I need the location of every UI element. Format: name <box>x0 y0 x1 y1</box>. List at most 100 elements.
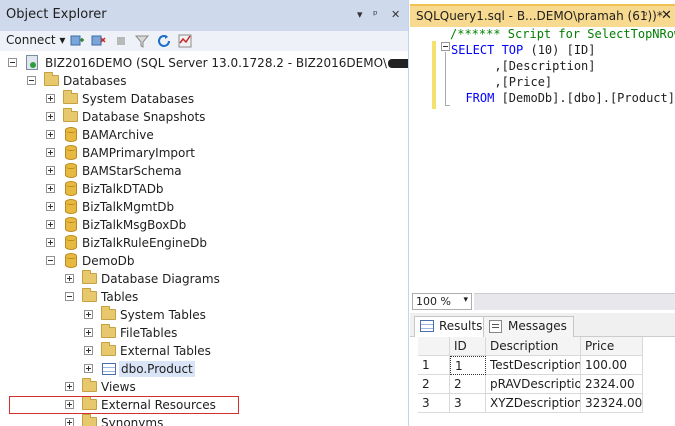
tree-node-database[interactable]: BizTalkMgmtDb <box>0 198 408 216</box>
expand-toggle[interactable] <box>84 310 93 319</box>
database-icon <box>65 163 77 178</box>
tree-node-demodb[interactable]: DemoDb <box>0 252 408 270</box>
expand-toggle[interactable] <box>65 382 74 391</box>
cell-price[interactable]: 32324.00 <box>581 394 643 413</box>
horizontal-scrollbar[interactable] <box>474 293 675 310</box>
expand-toggle[interactable] <box>46 166 55 175</box>
tree-node-system-tables[interactable]: System Tables <box>0 306 408 324</box>
cell-price[interactable]: 2324.00 <box>581 375 643 394</box>
collapse-toggle[interactable] <box>46 256 55 265</box>
expand-toggle[interactable] <box>65 274 74 283</box>
tree-node-synonyms[interactable]: Synonyms <box>0 414 408 426</box>
cell-description[interactable]: pRAVDescription <box>486 375 581 394</box>
expand-toggle[interactable] <box>46 202 55 211</box>
tree-node-external-resources[interactable]: External Resources <box>0 396 408 414</box>
tree-node-label: BAMPrimaryImport <box>82 146 195 160</box>
tree-node-dbo-product[interactable]: dbo.Product <box>0 360 408 378</box>
expand-toggle[interactable] <box>46 220 55 229</box>
row-number[interactable]: 3 <box>418 394 450 413</box>
tree-node-label: Synonyms <box>101 416 164 426</box>
window-position-icon[interactable]: ▾ <box>357 8 363 21</box>
tree-node-database[interactable]: BizTalkRuleEngineDb <box>0 234 408 252</box>
cell-price[interactable]: 100.00 <box>581 356 643 375</box>
tree-node-database[interactable]: BizTalkDTADb <box>0 180 408 198</box>
collapse-toggle[interactable] <box>8 58 17 67</box>
expand-toggle[interactable] <box>46 130 55 139</box>
tree-node-label: BizTalkMgmtDb <box>82 200 175 214</box>
folder-icon <box>63 90 78 104</box>
server-label: BIZ2016DEMO (SQL Server 13.0.1728.2 - BI… <box>45 55 408 71</box>
tree-node-label: Databases <box>63 74 127 88</box>
disconnect-icon[interactable] <box>90 33 106 49</box>
expand-toggle[interactable] <box>46 148 55 157</box>
tree-node-external-tables[interactable]: External Tables <box>0 342 408 360</box>
expand-toggle[interactable] <box>46 94 55 103</box>
expand-toggle[interactable] <box>84 346 93 355</box>
tree-node-database-snapshots[interactable]: Database Snapshots <box>0 108 408 126</box>
row-number[interactable]: 1 <box>418 356 450 375</box>
tree-node-server[interactable]: BIZ2016DEMO (SQL Server 13.0.1728.2 - BI… <box>0 54 408 72</box>
activity-monitor-icon[interactable] <box>177 33 193 49</box>
tree-node-views[interactable]: Views <box>0 378 408 396</box>
row-number-header[interactable] <box>418 337 450 356</box>
expand-toggle[interactable] <box>65 400 74 409</box>
tree-node-database[interactable]: BAMStarSchema <box>0 162 408 180</box>
zoom-dropdown[interactable]: 100 % ▾ <box>412 293 472 310</box>
expand-toggle[interactable] <box>84 364 93 373</box>
cell-id[interactable]: 2 <box>450 375 486 394</box>
folder-icon <box>82 288 97 302</box>
code-line-comment: /****** Script for SelectTopNRows <box>450 27 675 41</box>
sql-code-editor[interactable]: /****** Script for SelectTopNRows SELECT… <box>410 27 675 293</box>
column-header-id[interactable]: ID <box>450 337 486 356</box>
results-grid[interactable]: ID Description Price 1 1 TestDescription… <box>410 337 675 426</box>
tree-node-label: BizTalkRuleEngineDb <box>82 236 207 250</box>
object-explorer-title-bar: Object Explorer ▾ ᵖ ✕ <box>0 0 408 31</box>
tab-results[interactable]: Results <box>414 316 490 337</box>
tab-messages[interactable]: Messages <box>483 316 574 337</box>
expand-toggle[interactable] <box>65 418 74 426</box>
refresh-icon[interactable] <box>156 33 172 49</box>
tree-node-label: Tables <box>101 290 139 304</box>
row-number[interactable]: 2 <box>418 375 450 394</box>
tree-node-databases[interactable]: Databases <box>0 72 408 90</box>
cell-id[interactable]: 3 <box>450 394 486 413</box>
close-tab-icon[interactable]: ✕ <box>661 8 672 23</box>
connect-object-explorer-icon[interactable] <box>69 33 85 49</box>
filter-icon[interactable] <box>134 33 150 49</box>
results-tab-strip: Results Messages <box>410 313 675 337</box>
tree-node-label: Views <box>101 380 136 394</box>
chevron-down-icon: ▾ <box>463 295 468 305</box>
cell-id[interactable]: 1 <box>450 356 486 375</box>
column-header-price[interactable]: Price <box>581 337 643 356</box>
expand-toggle[interactable] <box>46 238 55 247</box>
expand-toggle[interactable] <box>84 328 93 337</box>
auto-hide-pin-icon[interactable]: ᵖ <box>373 8 378 21</box>
table-icon <box>102 363 116 375</box>
expand-toggle[interactable] <box>46 112 55 121</box>
pin-icon[interactable]: ᵖ <box>643 9 648 22</box>
object-explorer-title: Object Explorer <box>6 7 107 22</box>
expand-toggle[interactable] <box>46 184 55 193</box>
database-icon <box>65 145 77 160</box>
connect-button[interactable]: Connect ▾ <box>6 33 65 47</box>
tree-node-database[interactable]: BAMArchive <box>0 126 408 144</box>
collapse-toggle[interactable] <box>27 76 36 85</box>
outline-collapse-icon[interactable] <box>441 42 450 51</box>
column-header-description[interactable]: Description <box>486 337 581 356</box>
tree-node-database[interactable]: BAMPrimaryImport <box>0 144 408 162</box>
collapse-toggle[interactable] <box>65 292 74 301</box>
tree-node-system-databases[interactable]: System Databases <box>0 90 408 108</box>
database-icon <box>65 253 77 268</box>
tree-node-tables[interactable]: Tables <box>0 288 408 306</box>
stop-icon[interactable] <box>113 33 129 49</box>
tree-node-database[interactable]: BizTalkMsgBoxDb <box>0 216 408 234</box>
code-line-select: SELECT TOP (10) [ID] <box>451 43 596 57</box>
tree-node-database-diagrams[interactable]: Database Diagrams <box>0 270 408 288</box>
cell-description[interactable]: XYZDescription <box>486 394 581 413</box>
query-document-tab[interactable]: SQLQuery1.sql - B...DEMO\pramah (61))* ᵖ… <box>410 4 675 27</box>
tree-node-filetables[interactable]: FileTables <box>0 324 408 342</box>
tree-node-label: FileTables <box>120 326 178 340</box>
tree-node-label: BizTalkDTADb <box>82 182 164 196</box>
cell-description[interactable]: TestDescription <box>486 356 581 375</box>
close-icon[interactable]: ✕ <box>391 8 400 21</box>
